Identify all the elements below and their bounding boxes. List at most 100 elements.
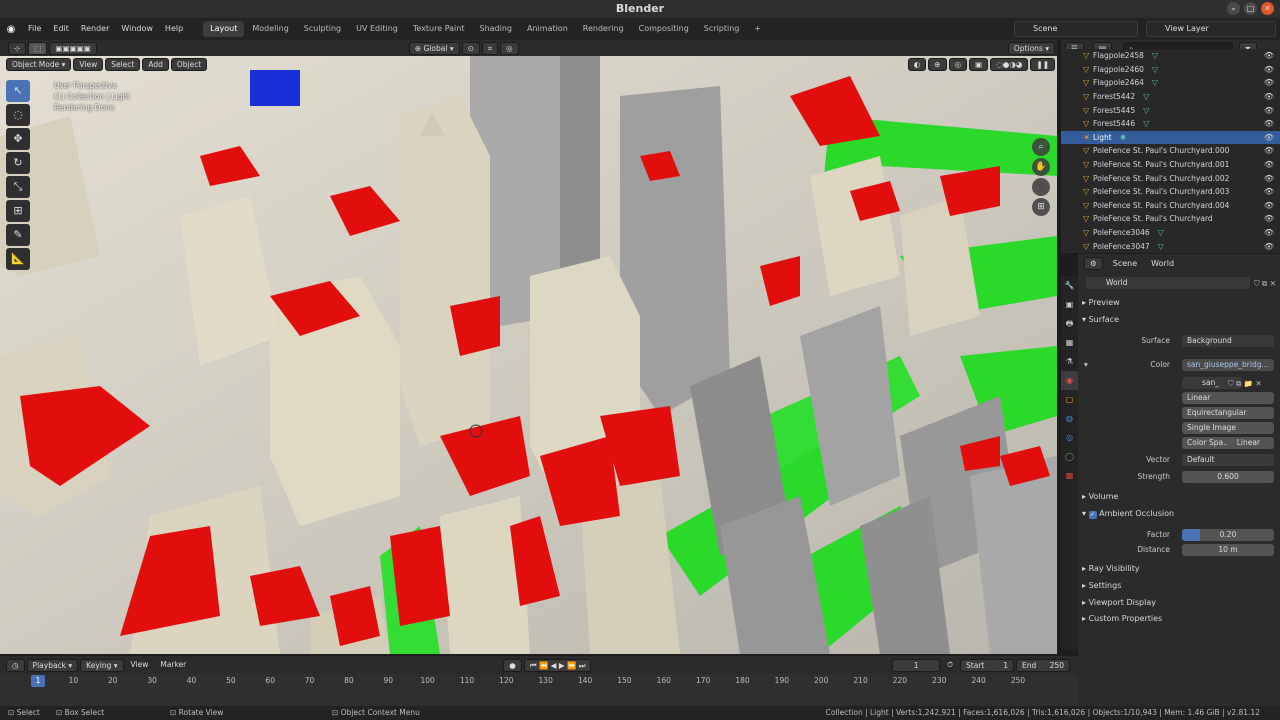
select-tool-icon[interactable]: ⬚ [28,41,48,55]
timeline-editor-icon[interactable]: ◷ [6,658,25,672]
outliner-item[interactable]: ▽ Flagpole2464 ▽ 👁 [1061,76,1280,90]
select-box-icon[interactable]: ↖ [6,80,30,102]
ortho-toggle-icon[interactable]: ⊞ [1032,198,1050,216]
texture-tab-icon[interactable]: ▩ [1061,466,1078,485]
tab-compositing[interactable]: Compositing [632,21,696,37]
pan-icon[interactable]: ✋ [1032,158,1050,176]
tab-rendering[interactable]: Rendering [576,21,631,37]
object-data-tab-icon[interactable]: ◯ [1061,447,1078,466]
image-datablock-icons[interactable]: ⛉ ⧉ 📁 ✕ [1228,377,1262,391]
physics-tab-icon[interactable]: ◎ [1061,428,1078,447]
projection-dropdown[interactable]: Equirectangular [1182,407,1274,419]
select-mode-icons[interactable]: ▣▣▣▣▣ [49,41,97,55]
minimize-icon[interactable]: – [1227,2,1240,15]
pivot-icon[interactable]: ⊙ [461,41,480,55]
menu-select[interactable]: Select [105,57,141,71]
pause-icon[interactable]: ❚❚ [1030,57,1055,71]
visibility-eye-icon[interactable]: 👁 [1264,51,1274,60]
mesh-data-icon[interactable]: ▽ [1158,242,1164,251]
output-tab-icon[interactable]: 🖶 [1061,314,1078,333]
blender-logo-icon[interactable]: ◉ [0,24,22,35]
distance-field[interactable]: 10 m [1182,544,1274,556]
source-dropdown[interactable]: Single Image [1182,422,1274,434]
outliner-item[interactable]: ▽ PoleFence St. Paul's Churchyard.004 👁 [1061,199,1280,213]
outliner-item[interactable]: ▽ PoleFence3047 ▽ 👁 [1061,239,1280,253]
timeline-ruler[interactable]: 1102030405060708090100110120130140150160… [0,674,1078,706]
menu-file[interactable]: File [22,18,47,40]
menu-playback[interactable]: Playback ▾ [26,658,79,672]
object-tab-icon[interactable]: ▢ [1061,390,1078,409]
orientation-dropdown[interactable]: ⊕ Global ▾ [408,41,460,55]
menu-view[interactable]: View [73,57,104,71]
section-surface[interactable]: ▾ Surface [1082,315,1119,324]
colorspace-field[interactable]: Color Spa.. Linear [1182,437,1274,449]
interpolation-dropdown[interactable]: Linear [1182,392,1274,404]
outliner-item[interactable]: ▽ PoleFence St. Paul's Churchyard 👁 [1061,212,1280,226]
visibility-eye-icon[interactable]: 👁 [1264,92,1274,101]
measure-tool-icon[interactable]: 📐 [6,248,30,270]
visibility-eye-icon[interactable]: 👁 [1264,133,1274,142]
vector-field[interactable]: Default [1182,454,1274,466]
add-workspace-icon[interactable]: + [747,21,768,37]
visibility-eye-icon[interactable]: 👁 [1264,201,1274,210]
section-preview[interactable]: ▸ Preview [1082,298,1120,307]
tab-modeling[interactable]: Modeling [245,21,295,37]
section-volume[interactable]: ▸ Volume [1082,492,1118,501]
xray-icon[interactable]: ▣ [969,57,989,71]
mode-dropdown[interactable]: Object Mode ▾ [6,57,72,71]
move-tool-icon[interactable]: ✥ [6,128,30,150]
outliner-item[interactable]: ▽ Flagpole2460 ▽ 👁 [1061,63,1280,77]
mesh-data-icon[interactable]: ▽ [1158,228,1164,237]
annotate-tool-icon[interactable]: ✎ [6,224,30,246]
section-viewport-display[interactable]: ▸ Viewport Display [1082,598,1156,607]
visibility-eye-icon[interactable]: 👁 [1264,187,1274,196]
light-data-icon[interactable]: ✹ [1120,133,1127,142]
visibility-eye-icon[interactable]: 👁 [1264,242,1274,251]
mesh-data-icon[interactable]: ▽ [1152,78,1158,87]
menu-edit[interactable]: Edit [47,18,75,40]
modifier-tab-icon[interactable]: ◍ [1061,409,1078,428]
playhead[interactable]: 1 [31,675,45,687]
section-custom-properties[interactable]: ▸ Custom Properties [1082,614,1162,623]
start-frame-field[interactable]: Start 1 [960,658,1014,672]
world-datablock-icons[interactable]: ⛉ ⧉ ✕ [1254,277,1276,291]
menu-window[interactable]: Window [115,18,159,40]
color-expand-icon[interactable]: ▾ [1084,358,1088,372]
visibility-eye-icon[interactable]: 👁 [1264,78,1274,87]
record-icon[interactable]: ● [503,658,522,672]
tab-layout[interactable]: Layout [203,21,245,37]
end-frame-field[interactable]: End 250 [1016,658,1070,672]
tab-texture-paint[interactable]: Texture Paint [406,21,472,37]
ao-checkbox[interactable]: ✓ [1088,511,1097,519]
outliner-item[interactable]: ▽ PoleFence St. Paul's Churchyard.002 👁 [1061,171,1280,185]
tab-sculpting[interactable]: Sculpting [297,21,348,37]
tab-shading[interactable]: Shading [472,21,519,37]
mesh-data-icon[interactable]: ▽ [1143,119,1149,128]
options-dropdown[interactable]: Options ▾ [1007,41,1055,55]
surface-field[interactable]: Background [1182,335,1274,347]
preview-range-icon[interactable]: ⏱ [942,659,958,672]
render-tab-icon[interactable]: ▣ [1061,295,1078,314]
visibility-icon[interactable]: ◐ [907,57,927,71]
visibility-eye-icon[interactable]: 👁 [1264,160,1274,169]
outliner-item[interactable]: ▽ Forest5446 ▽ 👁 [1061,117,1280,131]
section-settings[interactable]: ▸ Settings [1082,581,1121,590]
shading-icons[interactable]: ◌●◑◕ [990,57,1029,71]
snap-icon[interactable]: ⌗ [481,41,499,55]
properties-editor-icon[interactable]: ⚙ [1084,256,1103,270]
cursor-tool-icon[interactable]: ◌ [6,104,30,126]
scale-tool-icon[interactable]: ⤡ [6,176,30,198]
mesh-data-icon[interactable]: ▽ [1152,65,1158,74]
world-tab-icon[interactable]: ◉ [1061,371,1078,390]
transform-tool-icon[interactable]: ⊞ [6,200,30,222]
visibility-eye-icon[interactable]: 👁 [1264,146,1274,155]
menu-timeline-view[interactable]: View [126,659,154,672]
tool-tab-icon[interactable]: 🔧 [1061,276,1078,295]
3d-viewport[interactable] [0,56,1057,654]
menu-add[interactable]: Add [142,57,169,71]
visibility-eye-icon[interactable]: 👁 [1264,65,1274,74]
visibility-eye-icon[interactable]: 👁 [1264,174,1274,183]
section-ao[interactable]: ▾ ✓ Ambient Occlusion [1082,509,1174,519]
camera-view-icon[interactable]: 🎥 [1032,178,1050,196]
view-layer-selector[interactable]: View Layer [1146,21,1276,37]
